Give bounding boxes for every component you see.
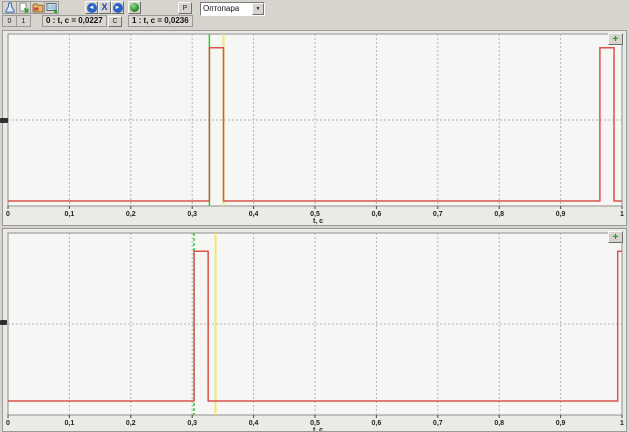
- open-folder-icon-glyph: [32, 2, 44, 14]
- svg-text:0,5: 0,5: [310, 211, 320, 218]
- svg-text:0,2: 0,2: [126, 211, 136, 218]
- svg-text:0,5: 0,5: [310, 420, 320, 427]
- channel-0-plot[interactable]: 0 0,1 0,2 0,3 0,4 0,5 0,6 0,7 0,8 0,9 1 t, c: [3, 31, 626, 225]
- svg-text:0,1: 0,1: [65, 420, 75, 427]
- file-icon-group: [2, 1, 58, 14]
- step-forward-button[interactable]: ►: [111, 1, 124, 14]
- nav-button-group: ◄ X ►: [85, 1, 124, 14]
- zoom-plus-button-0[interactable]: +: [608, 33, 623, 45]
- export-image-icon[interactable]: [44, 1, 59, 14]
- svg-text:0,3: 0,3: [187, 420, 197, 427]
- svg-text:t, c: t, c: [313, 427, 323, 431]
- c-button[interactable]: C: [108, 16, 122, 27]
- x-icon: X: [101, 2, 107, 13]
- export-report-icon-glyph: [18, 2, 30, 14]
- p-button[interactable]: Р: [178, 2, 192, 14]
- svg-text:0,7: 0,7: [433, 420, 443, 427]
- channel-toggle-group: 0 1: [2, 15, 30, 27]
- channel-1-toggle[interactable]: 1: [16, 15, 31, 27]
- arrow-left-icon: ◄: [87, 3, 97, 13]
- svg-text:0,8: 0,8: [494, 420, 504, 427]
- svg-text:0,3: 0,3: [187, 211, 197, 218]
- green-orb-icon: [130, 3, 139, 12]
- svg-text:1: 1: [620, 420, 624, 427]
- svg-text:0,6: 0,6: [372, 211, 382, 218]
- svg-text:0,4: 0,4: [249, 211, 259, 218]
- svg-text:0: 0: [6, 211, 10, 218]
- svg-text:0,1: 0,1: [65, 211, 75, 218]
- zoom-plus-button-1[interactable]: +: [608, 231, 623, 243]
- x-button[interactable]: X: [98, 1, 111, 14]
- device-select[interactable]: Оптопара ▼: [200, 2, 265, 16]
- chevron-down-icon[interactable]: ▼: [252, 3, 264, 15]
- flask-icon-glyph: [4, 2, 16, 14]
- step-back-button[interactable]: ◄: [85, 1, 98, 14]
- flask-icon[interactable]: [2, 1, 17, 14]
- toolbar: ◄ X ► Р Оптопара ▼ 0 1 0 : t, c = 0,0227…: [0, 0, 629, 29]
- channel-1-plot[interactable]: 0 0,1 0,2 0,3 0,4 0,5 0,6 0,7 0,8 0,9 1 t, c: [3, 229, 626, 431]
- measurement-readout-1: 1 : t, c = 0,0236: [128, 15, 193, 27]
- svg-text:0,9: 0,9: [556, 211, 566, 218]
- y-axis-label-mark-0: [0, 118, 8, 123]
- open-folder-icon[interactable]: [30, 1, 45, 14]
- arrow-right-icon: ►: [113, 3, 123, 13]
- svg-text:0,2: 0,2: [126, 420, 136, 427]
- svg-text:0,6: 0,6: [372, 420, 382, 427]
- channel-0-chart-panel: 0 0,1 0,2 0,3 0,4 0,5 0,6 0,7 0,8 0,9 1 t, c +: [2, 30, 627, 226]
- svg-text:1: 1: [620, 211, 624, 218]
- device-select-value: Оптопара: [201, 3, 252, 15]
- svg-text:0,8: 0,8: [494, 211, 504, 218]
- export-image-icon-glyph: [46, 2, 58, 14]
- svg-text:0: 0: [6, 420, 10, 427]
- svg-text:t, c: t, c: [313, 218, 323, 225]
- svg-text:0,4: 0,4: [249, 420, 259, 427]
- channel-1-chart-panel: 0 0,1 0,2 0,3 0,4 0,5 0,6 0,7 0,8 0,9 1 t, c +: [2, 228, 627, 432]
- svg-text:0,9: 0,9: [556, 420, 566, 427]
- y-axis-label-mark-1: [0, 320, 7, 325]
- measurement-readout-0: 0 : t, c = 0,0227: [42, 15, 107, 27]
- svg-text:0,7: 0,7: [433, 211, 443, 218]
- channel-0-toggle[interactable]: 0: [2, 15, 17, 27]
- start-acquisition-button[interactable]: [128, 1, 141, 14]
- export-report-icon[interactable]: [16, 1, 31, 14]
